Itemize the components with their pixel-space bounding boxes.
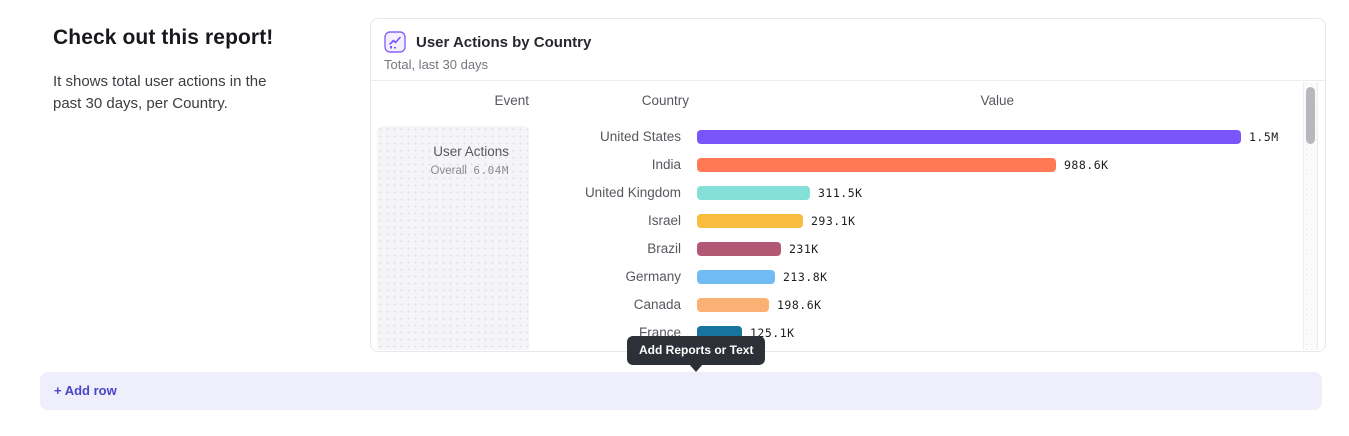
chart-row[interactable]: Canada 198.6K bbox=[371, 291, 1325, 319]
country-label: United Kingdom bbox=[371, 179, 681, 207]
page-title: Check out this report! bbox=[53, 26, 298, 50]
bar-rows: United States1.5MIndia988.6KUnited Kingd… bbox=[371, 123, 1325, 347]
scrollbar-thumb[interactable] bbox=[1306, 87, 1315, 144]
chart-row[interactable]: Brazil 231K bbox=[371, 235, 1325, 263]
add-row-label: + Add row bbox=[54, 383, 117, 398]
value-label: 988.6K bbox=[1064, 151, 1109, 179]
intro-block: Check out this report! It shows total us… bbox=[53, 26, 298, 115]
add-row-button[interactable]: + Add row bbox=[40, 372, 1322, 410]
card-header: User Actions by Country Total, last 30 d… bbox=[371, 19, 1325, 81]
country-label: Canada bbox=[371, 291, 681, 319]
line-chart-icon bbox=[384, 31, 406, 53]
chart-row[interactable]: Germany 213.8K bbox=[371, 263, 1325, 291]
column-header-country: Country bbox=[539, 93, 689, 108]
card-title: User Actions by Country bbox=[416, 34, 591, 51]
value-bar[interactable] bbox=[697, 158, 1056, 172]
value-bar[interactable] bbox=[697, 186, 810, 200]
value-label: 198.6K bbox=[777, 291, 822, 319]
scrollbar[interactable] bbox=[1303, 82, 1318, 350]
value-label: 213.8K bbox=[783, 263, 828, 291]
tooltip-label: Add Reports or Text bbox=[639, 343, 753, 357]
report-card: User Actions by Country Total, last 30 d… bbox=[370, 18, 1326, 352]
value-bar[interactable] bbox=[697, 214, 803, 228]
country-label: Germany bbox=[371, 263, 681, 291]
chart-row[interactable]: United States 1.5M bbox=[371, 123, 1325, 151]
value-bar[interactable] bbox=[697, 130, 1241, 144]
column-header-event: Event bbox=[377, 93, 529, 108]
country-label: India bbox=[371, 151, 681, 179]
value-label: 311.5K bbox=[818, 179, 863, 207]
value-label: 293.1K bbox=[811, 207, 856, 235]
chart-row[interactable]: France125.1K bbox=[371, 319, 1325, 347]
chart-area: Event Country Value User Actions Overall… bbox=[371, 82, 1325, 351]
page-description: It shows total user actions in the past … bbox=[53, 71, 298, 115]
country-label: United States bbox=[371, 123, 681, 151]
value-label: 231K bbox=[789, 235, 819, 263]
card-subtitle: Total, last 30 days bbox=[384, 57, 1311, 72]
value-bar[interactable] bbox=[697, 242, 781, 256]
value-label: 1.5M bbox=[1249, 123, 1279, 151]
tooltip-arrow-icon bbox=[689, 364, 703, 372]
chart-row[interactable]: Israel 293.1K bbox=[371, 207, 1325, 235]
column-header-value: Value bbox=[864, 93, 1014, 108]
value-bar[interactable] bbox=[697, 270, 775, 284]
value-bar[interactable] bbox=[697, 298, 769, 312]
chart-row[interactable]: United Kingdom 311.5K bbox=[371, 179, 1325, 207]
chart-row[interactable]: India 988.6K bbox=[371, 151, 1325, 179]
add-reports-tooltip: Add Reports or Text bbox=[627, 336, 765, 365]
country-label: Brazil bbox=[371, 235, 681, 263]
country-label: Israel bbox=[371, 207, 681, 235]
